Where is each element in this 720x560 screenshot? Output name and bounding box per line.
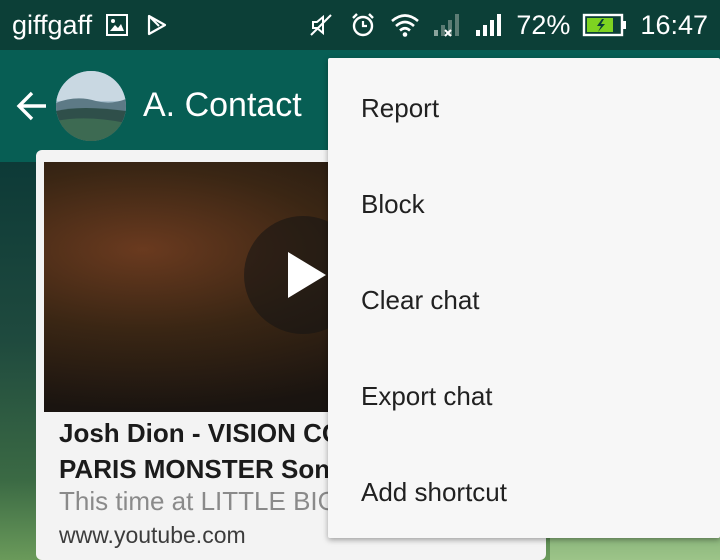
menu-item-report[interactable]: Report [328, 60, 720, 156]
play-store-icon [142, 10, 172, 40]
mute-icon [306, 10, 336, 40]
signal-icon-1 [432, 10, 462, 40]
carrier-name: giffgaff [12, 9, 93, 40]
clock: 16:47 [640, 9, 708, 40]
image-icon [102, 10, 132, 40]
battery-percent: 72% [516, 9, 571, 40]
overflow-menu: Report Block Clear chat Export chat Add … [328, 58, 720, 538]
status-bar-right: 72% 16:47 [306, 8, 708, 42]
link-preview-url[interactable]: www.youtube.com [59, 522, 246, 549]
menu-item-clear-chat[interactable]: Clear chat [328, 252, 720, 348]
menu-item-export-chat[interactable]: Export chat [328, 348, 720, 444]
signal-icon-2 [474, 10, 504, 40]
menu-item-block[interactable]: Block [328, 156, 720, 252]
alarm-icon [348, 10, 378, 40]
menu-item-add-shortcut[interactable]: Add shortcut [328, 444, 720, 540]
status-bar-left: giffgaff [12, 8, 172, 42]
back-arrow-icon[interactable] [12, 86, 52, 126]
play-icon [288, 252, 326, 298]
wifi-icon [390, 10, 420, 40]
contact-avatar[interactable] [56, 71, 126, 141]
status-bar: giffgaff 72% 16:47 [0, 0, 720, 50]
contact-name[interactable]: A. Contact [143, 86, 302, 125]
battery-icon [582, 10, 628, 40]
